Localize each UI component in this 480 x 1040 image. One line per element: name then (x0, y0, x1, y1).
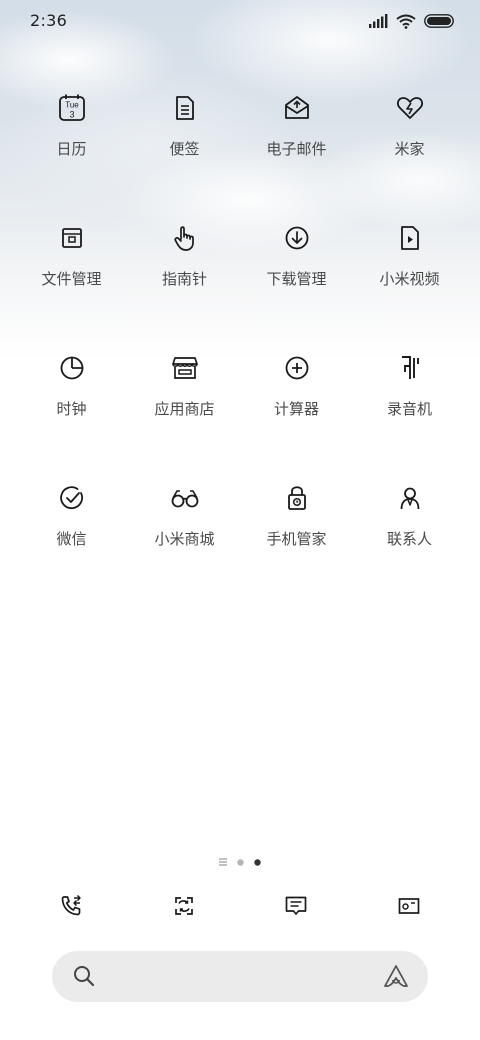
app-clock[interactable]: 时钟 (15, 344, 128, 444)
app-label: 日历 (56, 140, 87, 158)
contacts-icon (390, 478, 430, 518)
mi-store-icon (165, 478, 205, 518)
app-mi-store[interactable]: 小米商城 (128, 474, 241, 574)
app-label: 微信 (56, 530, 87, 548)
security-icon (277, 478, 317, 518)
app-list-indicator-icon[interactable] (219, 858, 227, 866)
app-calendar[interactable]: Tue 3 日历 (15, 84, 128, 184)
calculator-icon (277, 348, 317, 388)
battery-icon (424, 14, 454, 28)
app-label: 便签 (169, 140, 200, 158)
app-notes[interactable]: 便签 (128, 84, 241, 184)
wifi-icon (396, 14, 416, 29)
wechat-icon (52, 478, 92, 518)
dock (0, 884, 480, 930)
app-label: 手机管家 (266, 530, 327, 548)
signal-icon (369, 14, 388, 28)
page-dot[interactable] (237, 858, 244, 866)
email-icon (277, 88, 317, 128)
dock-camera[interactable] (164, 886, 204, 926)
app-mi-home[interactable]: 米家 (353, 84, 466, 184)
app-file-manager[interactable]: 文件管理 (15, 214, 128, 314)
app-label: 录音机 (386, 400, 432, 418)
app-label: 计算器 (273, 400, 319, 418)
assistant-icon[interactable] (382, 963, 410, 991)
file-manager-icon (52, 218, 92, 258)
clock-icon (52, 348, 92, 388)
app-wechat[interactable]: 微信 (15, 474, 128, 574)
dock-phone[interactable] (51, 886, 91, 926)
mi-video-icon (390, 218, 430, 258)
mi-home-icon (390, 88, 430, 128)
dock-gallery[interactable] (389, 886, 429, 926)
app-contacts[interactable]: 联系人 (353, 474, 466, 574)
app-label: 电子邮件 (266, 140, 327, 158)
app-label: 指南针 (161, 270, 207, 288)
app-app-store[interactable]: 应用商店 (128, 344, 241, 444)
app-email[interactable]: 电子邮件 (240, 84, 353, 184)
notes-icon (165, 88, 205, 128)
app-recorder[interactable]: 录音机 (353, 344, 466, 444)
app-label: 米家 (394, 140, 425, 158)
status-icons (369, 12, 454, 30)
app-label: 应用商店 (154, 400, 215, 418)
downloads-icon (277, 218, 317, 258)
dock-messages[interactable] (276, 886, 316, 926)
app-label: 时钟 (56, 400, 87, 418)
app-store-icon (165, 348, 205, 388)
search-icon[interactable] (72, 964, 96, 988)
status-time: 2:36 (30, 11, 68, 30)
app-label: 小米视频 (379, 270, 440, 288)
status-bar: 2:36 (0, 0, 480, 42)
compass-icon (165, 218, 205, 258)
phone-icon (59, 894, 83, 918)
camera-icon (172, 894, 196, 918)
calendar-icon: Tue 3 (52, 88, 92, 128)
app-label: 文件管理 (41, 270, 102, 288)
messages-icon (284, 894, 308, 918)
app-security[interactable]: 手机管家 (240, 474, 353, 574)
app-downloads[interactable]: 下载管理 (240, 214, 353, 314)
calendar-day-text: Tue (65, 101, 79, 110)
gallery-icon (397, 894, 421, 918)
calendar-date-text: 3 (69, 110, 74, 120)
app-calculator[interactable]: 计算器 (240, 344, 353, 444)
recorder-icon (390, 348, 430, 388)
page-dot-active[interactable] (254, 858, 261, 866)
app-label: 小米商城 (154, 530, 215, 548)
app-label: 联系人 (386, 530, 432, 548)
app-compass[interactable]: 指南针 (128, 214, 241, 314)
search-bar[interactable] (52, 951, 428, 1002)
app-mi-video[interactable]: 小米视频 (353, 214, 466, 314)
app-label: 下载管理 (266, 270, 327, 288)
page-indicator[interactable] (0, 855, 480, 869)
